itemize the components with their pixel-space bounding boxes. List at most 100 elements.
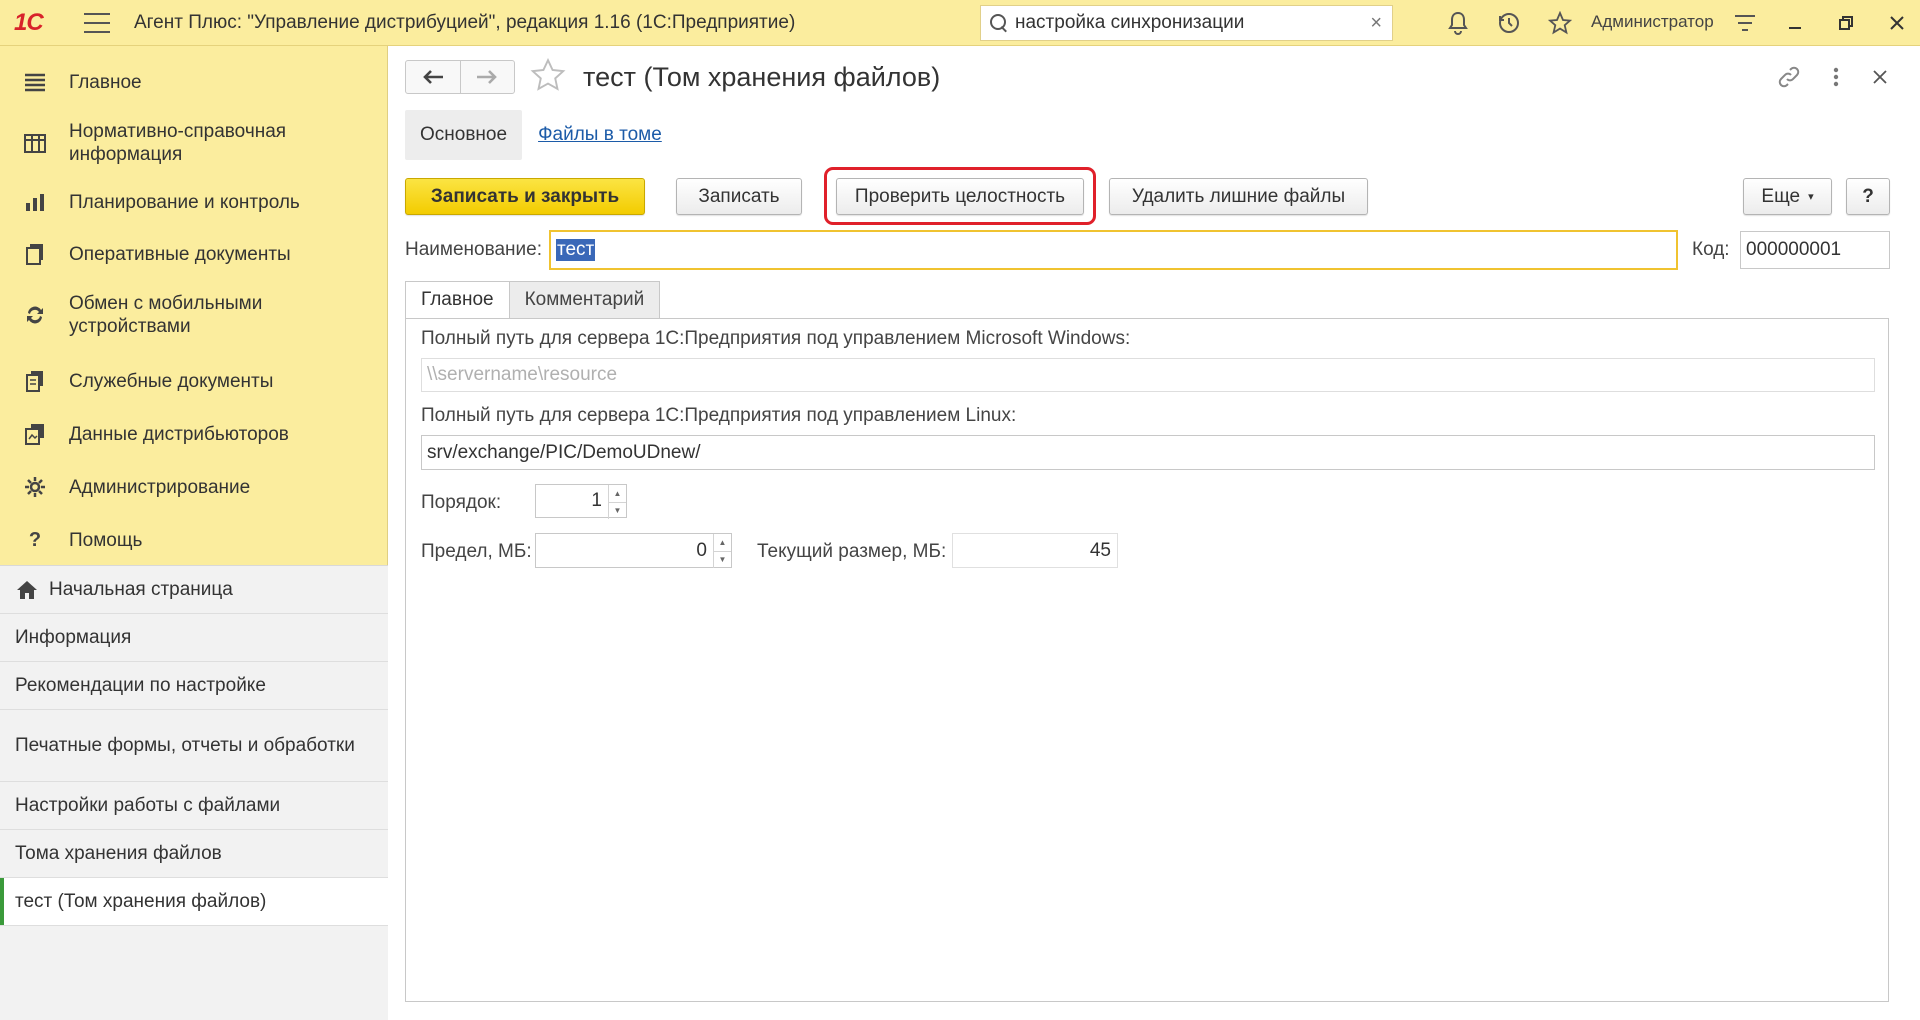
limit-label: Предел, МБ:	[421, 541, 532, 562]
distributor-data-icon	[22, 421, 48, 447]
restore-icon[interactable]	[1831, 8, 1861, 38]
section-main[interactable]: Главное	[0, 60, 388, 104]
section-operational-docs[interactable]: Оперативные документы	[0, 232, 388, 276]
section-distributor-data[interactable]: Данные дистрибьюторов	[0, 412, 388, 456]
window-label: тест (Том хранения файлов)	[15, 891, 267, 912]
app-logo: 1С	[14, 8, 44, 36]
section-service-docs[interactable]: Служебные документы	[0, 359, 388, 403]
windows-path-field[interactable]: \\servername\resource	[421, 358, 1875, 392]
sidebar: Главное Нормативно-справочная информация…	[0, 46, 388, 1020]
stepper-down-icon[interactable]: ▼	[714, 550, 731, 569]
tab-main[interactable]: Основное	[405, 110, 523, 160]
window-file-volumes[interactable]: Тома хранения файлов	[0, 830, 388, 878]
minimize-icon[interactable]	[1780, 8, 1810, 38]
inner-tab-comment[interactable]: Комментарий	[509, 281, 661, 319]
list-icon	[22, 69, 48, 95]
window-home-page[interactable]: Начальная страница	[0, 566, 388, 614]
documents-icon	[22, 241, 48, 267]
link-icon[interactable]	[1774, 62, 1804, 92]
open-windows-list: Начальная страница Информация Рекомендац…	[0, 565, 388, 1020]
name-field[interactable]: тест	[549, 230, 1678, 270]
form-tabs: Основное Файлы в томе	[405, 110, 662, 160]
back-arrow-icon[interactable]	[406, 61, 460, 93]
home-icon	[17, 580, 37, 599]
window-label: Настройки работы с файлами	[15, 795, 281, 816]
more-vertical-icon[interactable]	[1821, 62, 1851, 92]
search-icon	[989, 13, 1009, 33]
order-field[interactable]: 1 ▲ ▼	[535, 484, 627, 519]
favorites-star-icon[interactable]	[1545, 8, 1575, 38]
chart-icon	[22, 189, 48, 215]
linux-path-label: Полный путь для сервера 1С:Предприятия п…	[421, 405, 1017, 426]
section-label: Помощь	[69, 529, 143, 551]
linux-path-field[interactable]: srv/exchange/PIC/DemoUDnew/	[421, 435, 1875, 470]
limit-value: 0	[696, 539, 707, 561]
section-mobile-exchange[interactable]: Обмен с мобильными устройствами	[0, 286, 388, 344]
section-reference[interactable]: Нормативно-справочная информация	[0, 114, 388, 172]
favorite-star-icon[interactable]	[530, 57, 566, 101]
order-label: Порядок:	[421, 492, 502, 513]
order-stepper[interactable]: ▲ ▼	[608, 485, 626, 519]
catalog-icon	[22, 130, 48, 156]
settings-menu-icon[interactable]	[1730, 8, 1760, 38]
section-administration[interactable]: Администрирование	[0, 465, 388, 509]
app-title: Агент Плюс: "Управление дистрибуцией", р…	[134, 11, 796, 33]
service-docs-icon	[22, 368, 48, 394]
window-label: Рекомендации по настройке	[15, 675, 266, 696]
window-current-volume[interactable]: тест (Том хранения файлов)	[0, 878, 388, 926]
code-field[interactable]: 000000001	[1740, 231, 1890, 269]
section-label: Администрирование	[69, 476, 251, 498]
save-and-close-button[interactable]: Записать и закрыть	[405, 178, 645, 215]
help-icon: ?	[28, 528, 42, 551]
order-value: 1	[591, 490, 602, 511]
window-print-forms[interactable]: Печатные формы, отчеты и обработки	[0, 710, 388, 782]
section-label: Оперативные документы	[69, 243, 291, 265]
close-form-icon[interactable]	[1865, 62, 1895, 92]
section-label: Обмен с мобильными устройствами	[69, 293, 263, 337]
delete-extra-files-button[interactable]: Удалить лишние файлы	[1109, 178, 1368, 215]
main-menu-icon[interactable]	[84, 12, 110, 33]
title-bar: 1С Агент Плюс: "Управление дистрибуцией"…	[0, 0, 1920, 46]
tab-files-link[interactable]: Файлы в томе	[538, 124, 662, 146]
close-window-icon[interactable]	[1882, 8, 1912, 38]
section-label: Данные дистрибьюторов	[69, 423, 289, 445]
form-area: тест (Том хранения файлов) Основное Файл…	[389, 46, 1920, 1020]
check-integrity-button[interactable]: Проверить целостность	[836, 178, 1084, 215]
windows-path-label: Полный путь для сервера 1С:Предприятия п…	[421, 328, 1131, 349]
current-size-label: Текущий размер, МБ:	[757, 541, 947, 562]
gear-icon	[22, 474, 48, 500]
inner-tabs: Главное Комментарий	[405, 281, 661, 319]
window-label: Информация	[15, 627, 132, 648]
section-label: Планирование и контроль	[69, 191, 300, 213]
stepper-down-icon[interactable]: ▼	[609, 501, 626, 520]
clear-search-icon[interactable]: ×	[1370, 12, 1382, 35]
save-button[interactable]: Записать	[676, 178, 802, 215]
name-value: тест	[556, 239, 596, 261]
bell-icon[interactable]	[1443, 8, 1473, 38]
history-icon[interactable]	[1494, 8, 1524, 38]
help-button[interactable]: ?	[1846, 178, 1890, 215]
window-label: Тома хранения файлов	[15, 843, 222, 864]
more-label: Еще	[1761, 185, 1801, 207]
sections-panel: Главное Нормативно-справочная информация…	[0, 46, 388, 565]
limit-field[interactable]: 0 ▲ ▼	[535, 533, 732, 568]
section-planning[interactable]: Планирование и контроль	[0, 180, 388, 224]
section-label: Нормативно-справочная информация	[69, 121, 287, 165]
window-setup-recommendations[interactable]: Рекомендации по настройке	[0, 662, 388, 710]
code-label: Код:	[1692, 239, 1730, 260]
window-information[interactable]: Информация	[0, 614, 388, 662]
limit-stepper[interactable]: ▲ ▼	[713, 534, 731, 568]
stepper-up-icon[interactable]: ▲	[714, 534, 731, 551]
inner-tab-main[interactable]: Главное	[405, 281, 510, 319]
forward-arrow-icon[interactable]	[459, 61, 515, 93]
more-menu-button[interactable]: Еще ▾	[1743, 178, 1832, 215]
form-title: тест (Том хранения файлов)	[583, 62, 941, 92]
main-tab-panel: Полный путь для сервера 1С:Предприятия п…	[405, 318, 1889, 1002]
search-input[interactable]	[1015, 12, 1345, 34]
section-help[interactable]: ? Помощь	[0, 518, 388, 562]
sync-icon	[22, 302, 48, 328]
global-search[interactable]: ×	[980, 5, 1393, 41]
stepper-up-icon[interactable]: ▲	[609, 485, 626, 502]
window-file-settings[interactable]: Настройки работы с файлами	[0, 782, 388, 830]
current-user[interactable]: Администратор	[1591, 12, 1714, 32]
